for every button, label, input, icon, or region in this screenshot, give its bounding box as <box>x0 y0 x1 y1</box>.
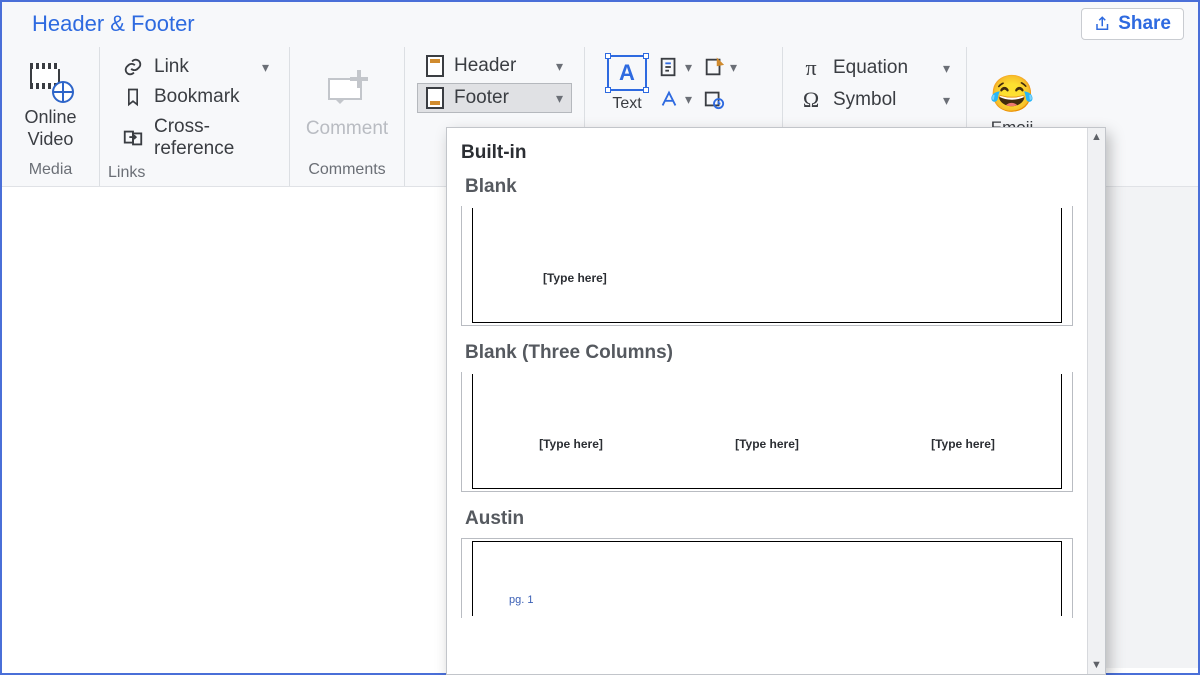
group-links-label: Links <box>108 161 281 187</box>
cross-reference-label: Cross-reference <box>154 116 269 160</box>
bookmark-icon <box>122 86 144 108</box>
footer-dropdown[interactable]: Footer ▾ <box>417 83 572 113</box>
signature-line-button[interactable]: ▾ <box>702 55 737 79</box>
text-label: Text <box>607 95 647 113</box>
gallery-item-blank[interactable]: [Type here] <box>461 206 1073 326</box>
group-links: Link ▾ Bookmark Cross-referen <box>100 47 290 186</box>
wordart-button[interactable]: ▾ <box>657 87 692 111</box>
gallery-item-title: Blank <box>465 176 1073 198</box>
gallery-item-title: Austin <box>465 508 1073 530</box>
equation-label: Equation <box>833 57 908 79</box>
placeholder-text: [Type here] <box>543 271 607 285</box>
symbol-button[interactable]: Ω Symbol ▾ <box>799 87 950 113</box>
placeholder-text: [Type here] <box>931 437 995 451</box>
chevron-down-icon: ▾ <box>943 60 950 77</box>
symbol-icon: Ω <box>799 87 823 113</box>
placeholder-text: [Type here] <box>539 437 603 451</box>
title-bar: Header & Footer Share <box>2 2 1198 42</box>
gallery-item-blank-three-columns[interactable]: [Type here] [Type here] [Type here] <box>461 372 1073 492</box>
share-icon <box>1094 15 1112 33</box>
chevron-down-icon: ▾ <box>556 58 563 75</box>
group-comments-label: Comments <box>308 158 385 184</box>
link-button[interactable]: Link ▾ <box>118 55 273 79</box>
footer-gallery: Built-in Blank [Type here] Blank (Three … <box>446 127 1106 675</box>
footer-label: Footer <box>454 87 509 109</box>
scroll-down-button[interactable]: ▼ <box>1088 656 1105 674</box>
link-icon <box>122 56 144 78</box>
equation-icon: π <box>799 55 823 81</box>
page-left <box>2 187 447 668</box>
group-media-label: Media <box>29 158 73 184</box>
chevron-down-icon: ▾ <box>730 59 737 76</box>
quick-parts-button[interactable]: ▾ <box>657 55 692 79</box>
placeholder-text: [Type here] <box>735 437 799 451</box>
page-number-text: pg. 1 <box>509 594 533 606</box>
chevron-down-icon: ▾ <box>685 59 692 76</box>
date-time-icon <box>702 87 726 111</box>
chevron-down-icon: ▾ <box>556 90 563 107</box>
gallery-item-austin[interactable]: pg. 1 <box>461 538 1073 618</box>
chevron-down-icon: ▾ <box>943 92 950 109</box>
online-video-label-2: Video <box>28 129 74 151</box>
chevron-down-icon: ▾ <box>262 59 269 76</box>
group-comments: Comment Comments <box>290 47 405 186</box>
comment-label: Comment <box>306 118 388 140</box>
comment-button: Comment <box>306 70 388 140</box>
share-label: Share <box>1118 13 1171 35</box>
link-label: Link <box>154 56 189 78</box>
emoji-icon: 😂 <box>990 76 1035 112</box>
online-video-button[interactable]: Online Video <box>24 59 76 150</box>
gallery-item-title: Blank (Three Columns) <box>465 342 1073 364</box>
chevron-down-icon: ▾ <box>685 91 692 108</box>
online-video-label-1: Online <box>24 107 76 129</box>
cross-reference-icon <box>122 127 144 149</box>
cross-reference-button[interactable]: Cross-reference <box>118 115 273 161</box>
bookmark-label: Bookmark <box>154 86 240 108</box>
text-box-icon <box>607 55 647 91</box>
gallery-scrollbar[interactable]: ▲ ▼ <box>1087 128 1105 674</box>
quick-parts-icon <box>657 55 681 79</box>
signature-icon <box>702 55 726 79</box>
bookmark-button[interactable]: Bookmark <box>118 85 273 109</box>
header-label: Header <box>454 55 516 77</box>
header-dropdown[interactable]: Header ▾ <box>417 51 572 81</box>
scroll-up-button[interactable]: ▲ <box>1088 128 1105 146</box>
share-button[interactable]: Share <box>1081 8 1184 40</box>
footer-icon <box>426 87 444 109</box>
group-media: Online Video Media <box>2 47 100 186</box>
comment-icon <box>324 76 370 110</box>
footer-gallery-list[interactable]: Built-in Blank [Type here] Blank (Three … <box>447 128 1087 674</box>
date-time-button[interactable] <box>702 87 737 111</box>
online-video-icon <box>30 63 72 101</box>
symbol-label: Symbol <box>833 89 896 111</box>
wordart-icon <box>657 87 681 111</box>
header-icon <box>426 55 444 77</box>
ribbon-tab-title: Header & Footer <box>32 11 195 37</box>
gallery-section-title: Built-in <box>461 142 1073 164</box>
equation-button[interactable]: π Equation ▾ <box>799 55 950 81</box>
